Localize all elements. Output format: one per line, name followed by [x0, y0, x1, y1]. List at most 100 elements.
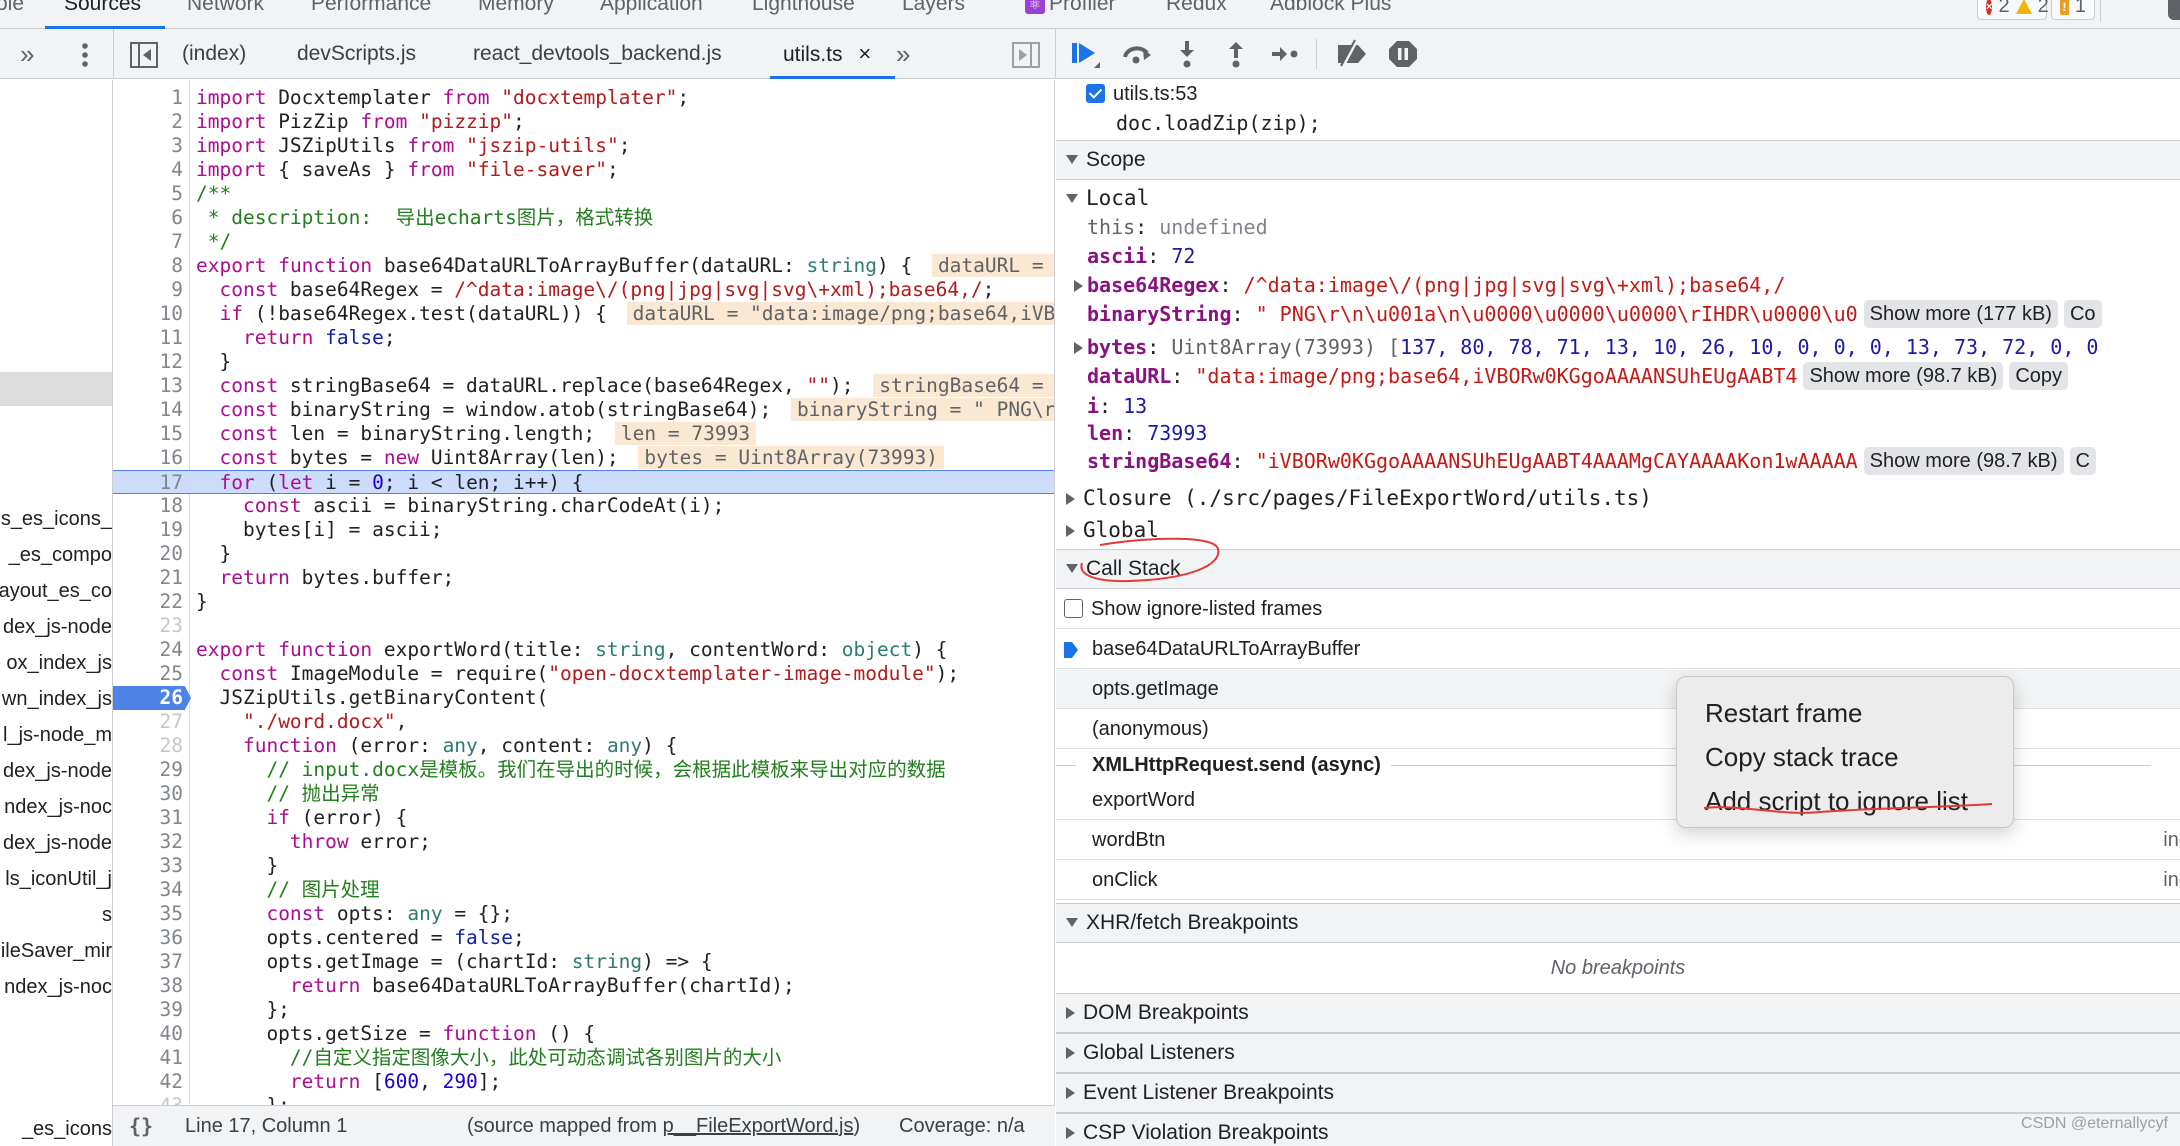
line-number[interactable]: 42	[113, 1070, 183, 1094]
file-tab-utils-ts[interactable]: utils.ts ×	[783, 29, 871, 79]
scope-closure[interactable]: Closure (./src/pages/FileExportWord/util…	[1056, 484, 2180, 513]
code-line[interactable]: 27 "./word.docx",	[113, 710, 1054, 734]
issues-info-button[interactable]: ! 1	[2051, 0, 2095, 20]
scope-variable[interactable]: i: 13	[1056, 392, 2180, 421]
code-line[interactable]: 37 opts.getImage = (chartId: string) => …	[113, 950, 1054, 974]
scope-variable[interactable]: base64Regex: /^data:image\/(png|jpg|svg|…	[1056, 271, 2180, 300]
code-line[interactable]: 40 opts.getSize = function () {	[113, 1022, 1054, 1046]
code-line[interactable]: 6 * description: 导出echarts图片，格式转换	[113, 206, 1054, 230]
more-files-chevron-icon[interactable]: »	[896, 29, 910, 79]
scope-global[interactable]: Global	[1056, 516, 2180, 545]
code-line[interactable]: 9 const base64Regex = /^data:image\/(png…	[113, 278, 1054, 302]
copy-button[interactable]: C	[2069, 447, 2096, 475]
line-number[interactable]: 29	[113, 758, 183, 782]
copy-button[interactable]: Copy	[2009, 362, 2069, 390]
code-line[interactable]: 41 //自定义指定图像大小，此处可动态调试各别图片的大小	[113, 1046, 1054, 1070]
navigator-file-item[interactable]: s	[0, 904, 112, 927]
code-line[interactable]: 42 return [600, 290];	[113, 1070, 1054, 1094]
code-line[interactable]: 32 throw error;	[113, 830, 1054, 854]
code-line[interactable]: 19 bytes[i] = ascii;	[113, 518, 1054, 542]
tab-application[interactable]: Application	[600, 0, 703, 16]
code-line[interactable]: 31 if (error) {	[113, 806, 1054, 830]
navigator-file-item[interactable]: ndex_js-noc	[0, 796, 112, 819]
code-line[interactable]: 24 export function exportWord(title: stri…	[113, 638, 1054, 662]
line-number[interactable]: 30	[113, 782, 183, 806]
step-button[interactable]	[1268, 39, 1302, 69]
code-line[interactable]: 13 const stringBase64 = dataURL.replace(…	[113, 374, 1054, 398]
code-line[interactable]: 15 const len = binaryString.length; len …	[113, 422, 1054, 446]
code-line[interactable]: 5 /**	[113, 182, 1054, 206]
call-frame-location[interactable]: ind	[2163, 861, 2180, 900]
code-line[interactable]: 11 return false;	[113, 326, 1054, 350]
scope-local[interactable]: Local	[1056, 184, 2180, 213]
issues-counter-button[interactable]: × 2 2	[1977, 0, 2049, 20]
line-number[interactable]: 16	[113, 446, 183, 470]
line-number[interactable]: 8	[113, 254, 183, 278]
code-line[interactable]: 25 const ImageModule = require("open-doc…	[113, 662, 1054, 686]
line-number[interactable]: 1	[113, 86, 183, 110]
line-number[interactable]: 17	[113, 471, 183, 495]
more-tabs-chevron-icon[interactable]: »	[20, 29, 34, 79]
line-number[interactable]: 18	[113, 494, 183, 518]
source-map-link[interactable]: p__FileExportWord.js	[663, 1115, 854, 1137]
scope-variable[interactable]: this: undefined	[1056, 213, 2180, 242]
navigator-file-item[interactable]: ls_iconUtil_j	[0, 868, 112, 891]
code-line[interactable]: 43 };	[113, 1094, 1054, 1105]
settings-gear-icon[interactable]	[2168, 0, 2180, 20]
show-ignored-checkbox[interactable]	[1064, 599, 1083, 618]
code-line[interactable]: 7 */	[113, 230, 1054, 254]
tab-sources[interactable]: Sources	[64, 0, 141, 16]
code-line[interactable]: 3 import JSZipUtils from "jszip-utils";	[113, 134, 1054, 158]
show-ignore-listed-frames[interactable]: Show ignore-listed frames	[1056, 589, 2180, 629]
scope-variable[interactable]: binaryString: " PNG\r\n\u001a\n\u0000\u0…	[1056, 300, 2180, 329]
code-line[interactable]: 30 // 抛出异常	[113, 782, 1054, 806]
navigator-file-item[interactable]: s_es_icons_	[0, 508, 112, 531]
pretty-print-button[interactable]: {}	[129, 1106, 153, 1146]
line-number[interactable]: 19	[113, 518, 183, 542]
code-line[interactable]: 33 }	[113, 854, 1054, 878]
code-editor[interactable]: 1 import Docxtemplater from "docxtemplate…	[113, 80, 1055, 1105]
code-line[interactable]: 4 import { saveAs } from "file-saver";	[113, 158, 1054, 182]
toggle-navigator-button[interactable]	[130, 29, 158, 79]
file-tab-react-devtools-backend[interactable]: react_devtools_backend.js	[473, 29, 722, 79]
file-tab-devscripts[interactable]: devScripts.js	[297, 29, 416, 79]
scope-variable[interactable]: bytes: Uint8Array(73993) [137, 80, 78, 7…	[1056, 333, 2180, 362]
line-number[interactable]: 7	[113, 230, 183, 254]
line-number[interactable]: 31	[113, 806, 183, 830]
line-number[interactable]: 38	[113, 974, 183, 998]
call-frame-location[interactable]: ind	[2163, 821, 2180, 860]
navigator-file-item[interactable]: _es_icons	[0, 1118, 112, 1141]
file-tab-index[interactable]: (index)	[182, 29, 246, 79]
call-frame[interactable]: base64DataURLToArrayBuffer	[1056, 630, 2180, 669]
code-line[interactable]: 1 import Docxtemplater from "docxtemplate…	[113, 86, 1054, 110]
tab-adblock-plus[interactable]: Adblock Plus	[1270, 0, 1391, 16]
code-line[interactable]: 28 function (error: any, content: any) {	[113, 734, 1054, 758]
line-number[interactable]: 20	[113, 542, 183, 566]
call-frame[interactable]: wordBtn ind	[1056, 821, 2180, 860]
dom-breakpoints-header[interactable]: DOM Breakpoints	[1056, 993, 2180, 1033]
call-frame[interactable]: onClick ind	[1056, 861, 2180, 900]
navigator-file-item[interactable]: ndex_js-noc	[0, 976, 112, 999]
deactivate-breakpoints-button[interactable]	[1334, 39, 1368, 69]
step-into-button[interactable]	[1170, 39, 1204, 69]
line-number[interactable]: 9	[113, 278, 183, 302]
menu-item-add-script-to-ignore-list[interactable]: Add script to ignore list	[1677, 779, 2013, 823]
line-number[interactable]: 13	[113, 374, 183, 398]
code-line[interactable]: 14 const binaryString = window.atob(stri…	[113, 398, 1054, 422]
code-line[interactable]: 22}	[113, 590, 1054, 614]
code-line[interactable]: 21 return bytes.buffer;	[113, 566, 1054, 590]
show-more-button[interactable]: Show more (177 kB)	[1863, 300, 2058, 328]
code-line[interactable]: 38 return base64DataURLToArrayBuffer(cha…	[113, 974, 1054, 998]
call-stack-section-header[interactable]: Call Stack	[1056, 549, 2180, 589]
event-listener-breakpoints-header[interactable]: Event Listener Breakpoints	[1056, 1073, 2180, 1113]
csp-violation-breakpoints-header[interactable]: CSP Violation Breakpoints	[1056, 1113, 2180, 1146]
line-number[interactable]: 37	[113, 950, 183, 974]
line-number[interactable]: 22	[113, 590, 183, 614]
code-line[interactable]: 8 export function base64DataURLToArrayBuf…	[113, 254, 1054, 278]
code-line[interactable]: 16 const bytes = new Uint8Array(len); by…	[113, 446, 1054, 470]
menu-item-copy-stack-trace[interactable]: Copy stack trace	[1677, 735, 2013, 779]
navigator-file-item[interactable]: ileSaver_mir	[0, 940, 112, 963]
copy-button[interactable]: Co	[2063, 300, 2102, 328]
line-number[interactable]: 41	[113, 1046, 183, 1070]
line-number[interactable]: 2	[113, 110, 183, 134]
